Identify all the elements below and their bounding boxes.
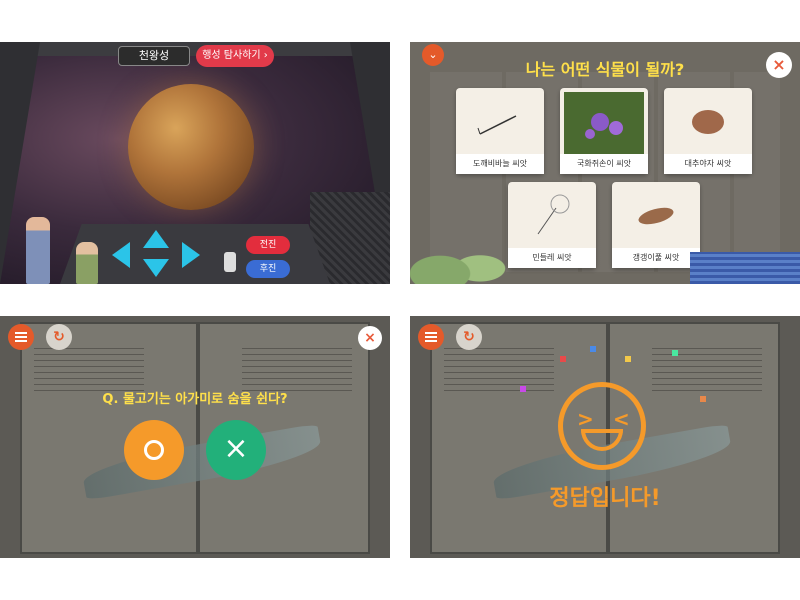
seed-card[interactable]: 도깨비바늘 씨앗 [456,88,544,174]
seed-quiz-screen: ⌄ 나는 어떤 식물이 될까? × 도깨비바늘 씨앗 국화쥐손이 씨앗 대추야자… [410,42,800,284]
book-spine [196,324,200,552]
seed-card-label: 민들레 씨앗 [508,248,596,268]
planet-exploration-screen: 천왕성 행성 탐사하기 › 전진 후진 [0,42,390,284]
close-icon[interactable]: × [766,52,792,78]
date-seed-icon [692,110,724,134]
confetti [520,386,526,392]
book-text-block [444,344,554,396]
right-arrow-icon[interactable] [182,242,200,268]
flower-photo-icon [564,92,644,154]
book-text-block [652,344,762,396]
refresh-icon[interactable]: ↻ [46,324,72,350]
seed-card-label: 도깨비바늘 씨앗 [456,154,544,174]
seed-card-label: 국화쥐손이 씨앗 [560,154,648,174]
down-arrow-icon[interactable] [143,259,169,277]
correct-answer-text: 정답입니다! [549,486,661,511]
close-icon[interactable]: × [358,326,382,350]
confetti [625,356,631,362]
backward-button[interactable]: 후진 [246,260,290,278]
up-arrow-icon[interactable] [143,230,169,248]
quiz-question: Q. 물고기는 아가미로 숨을 쉰다? [102,392,288,407]
book-page [20,322,370,554]
quiz-title: 나는 어떤 식물이 될까? [525,60,685,79]
seed-card[interactable]: 대추야자 씨앗 [664,88,752,174]
menu-icon[interactable] [418,324,444,350]
smiley-eye: > [577,407,594,431]
cocklebur-seed-icon [638,207,674,225]
burr-seed-icon [477,115,517,135]
planet-image [128,84,254,210]
cockpit-top-frame [0,42,390,56]
ox-quiz-screen: ↻ × Q. 물고기는 아가미로 숨을 쉰다? × [0,316,390,558]
refresh-icon[interactable]: ↻ [456,324,482,350]
circle-icon [144,440,164,460]
correct-answer-screen: ↻ > < 정답입니다! [410,316,800,558]
explore-planet-button[interactable]: 행성 탐사하기 › [196,45,274,67]
astronaut-character [26,217,50,284]
o-answer-button[interactable] [124,420,184,480]
dandelion-seed-icon [537,194,570,235]
seed-card[interactable]: 갱갱이풀 씨앗 [612,182,700,268]
menu-icon[interactable] [8,324,34,350]
seed-card[interactable]: 국화쥐손이 씨앗 [560,88,648,174]
sturgeon-illustration [80,423,324,501]
forward-button[interactable]: 전진 [246,236,290,254]
left-arrow-icon[interactable] [112,242,130,268]
smiley-mouth [581,429,623,451]
seed-card-label: 대추야자 씨앗 [664,154,752,174]
confetti [672,350,678,356]
seed-card[interactable]: 민들레 씨앗 [508,182,596,268]
confetti [700,396,706,402]
seed-card-label: 갱갱이풀 씨앗 [612,248,700,268]
joystick-icon [224,252,236,272]
smiley-face-icon: > < [558,382,646,470]
water-illustration [690,252,800,284]
confetti [590,346,596,352]
confetti [560,356,566,362]
planet-name-label: 천왕성 [118,46,190,66]
x-answer-button[interactable]: × [206,420,266,480]
child-character [76,242,98,284]
smiley-eye: < [613,407,630,431]
lotus-illustration [410,232,510,284]
